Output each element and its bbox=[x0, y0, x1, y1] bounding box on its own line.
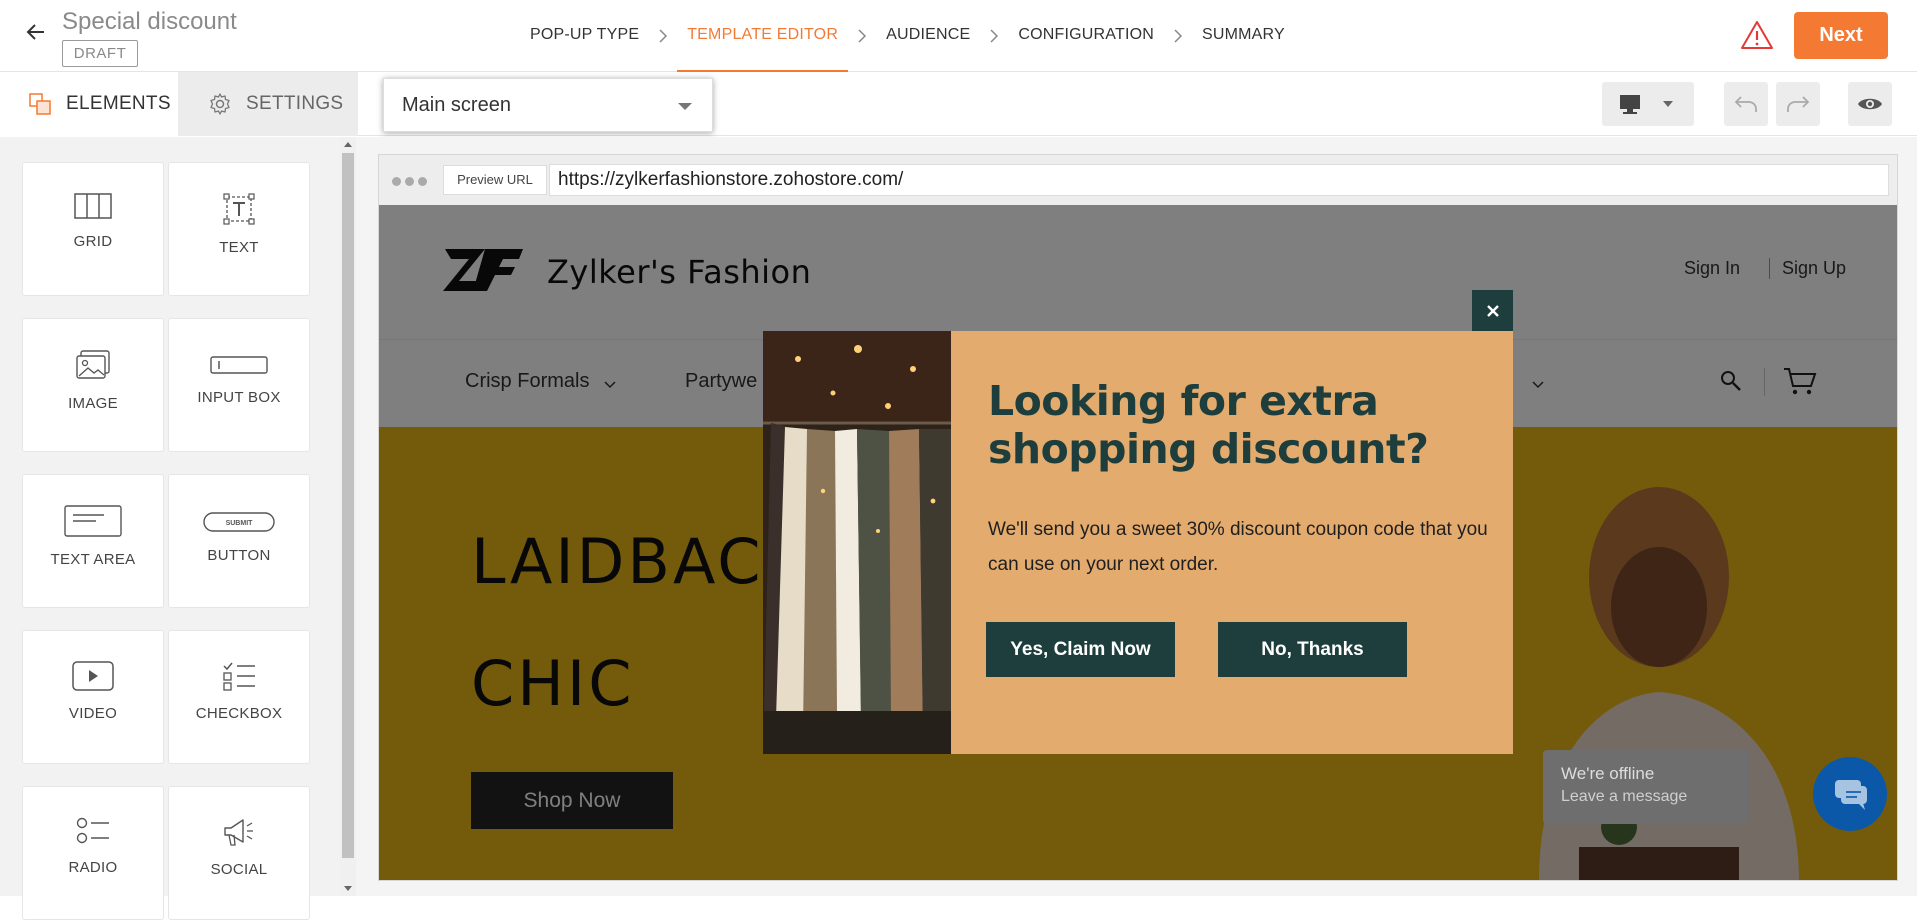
element-label: SOCIAL bbox=[210, 861, 268, 878]
element-social[interactable]: SOCIAL bbox=[168, 786, 310, 920]
element-text-area[interactable]: TEXT AREA bbox=[22, 474, 164, 608]
element-image[interactable]: IMAGE bbox=[22, 318, 164, 452]
tab-settings-label: SETTINGS bbox=[246, 93, 344, 114]
close-icon bbox=[1486, 304, 1499, 317]
chat-subtitle: Leave a message bbox=[1561, 788, 1688, 805]
editor-toolbar: ELEMENTS SETTINGS Main screen bbox=[0, 72, 1917, 136]
undo-button[interactable] bbox=[1724, 82, 1768, 126]
claim-now-button[interactable]: Yes, Claim Now bbox=[986, 622, 1175, 677]
preview-button[interactable] bbox=[1848, 82, 1892, 126]
top-bar: Special discount DRAFT POP-UP TYPE TEMPL… bbox=[0, 0, 1917, 73]
text-area-icon bbox=[64, 505, 122, 537]
element-checkbox[interactable]: CHECKBOX bbox=[168, 630, 310, 764]
screen-select[interactable]: Main screen bbox=[383, 78, 713, 132]
checkbox-icon bbox=[223, 662, 255, 691]
popup-image bbox=[763, 331, 951, 754]
popup-heading-line-1: Looking for extra bbox=[988, 377, 1379, 425]
back-arrow-icon[interactable] bbox=[24, 20, 48, 44]
video-icon bbox=[72, 661, 114, 691]
radio-icon bbox=[76, 817, 109, 844]
element-label: RADIO bbox=[68, 859, 118, 876]
element-input-box[interactable]: INPUT BOX bbox=[168, 318, 310, 452]
gear-icon bbox=[210, 93, 230, 115]
megaphone-icon bbox=[224, 819, 253, 846]
popup-close-button[interactable] bbox=[1472, 290, 1513, 331]
scroll-down-arrow-icon[interactable] bbox=[344, 886, 352, 891]
desktop-icon bbox=[1620, 95, 1673, 114]
step-summary[interactable]: SUMMARY bbox=[1192, 0, 1295, 72]
chat-icon bbox=[1835, 780, 1867, 810]
redo-button[interactable] bbox=[1776, 82, 1820, 126]
scroll-up-arrow-icon[interactable] bbox=[344, 142, 352, 147]
element-video[interactable]: VIDEO bbox=[22, 630, 164, 764]
element-label: TEXT bbox=[219, 239, 259, 256]
warning-icon[interactable] bbox=[1740, 20, 1774, 50]
input-box-icon bbox=[210, 356, 268, 374]
window-dot bbox=[392, 177, 401, 186]
discount-popup[interactable]: Looking for extra shopping discount? We'… bbox=[763, 331, 1513, 754]
redo-icon bbox=[1787, 96, 1810, 112]
preview-browser-bar: Preview URL https://zylkerfashionstore.z… bbox=[379, 155, 1897, 205]
device-select[interactable] bbox=[1602, 82, 1694, 126]
element-label: BUTTON bbox=[207, 547, 271, 564]
popup-heading-line-2: shopping discount? bbox=[988, 425, 1429, 473]
chat-launcher-button[interactable] bbox=[1813, 757, 1887, 831]
window-dot bbox=[405, 177, 414, 186]
element-grid[interactable]: GRID bbox=[22, 162, 164, 296]
image-icon bbox=[76, 350, 110, 379]
element-label: CHECKBOX bbox=[195, 705, 283, 722]
chevron-right-icon bbox=[649, 0, 677, 72]
text-icon bbox=[223, 193, 255, 225]
tab-elements[interactable]: ELEMENTS bbox=[0, 72, 178, 136]
preview-url-input[interactable]: https://zylkerfashionstore.zohostore.com… bbox=[549, 164, 1889, 196]
page-title: Special discount bbox=[62, 8, 237, 35]
element-text[interactable]: TEXT bbox=[168, 162, 310, 296]
eye-icon bbox=[1858, 98, 1882, 110]
chevron-right-icon bbox=[1164, 0, 1192, 72]
element-label: GRID bbox=[73, 233, 113, 250]
popup-body-text: We'll send you a sweet 30% discount coup… bbox=[988, 519, 1488, 575]
next-button[interactable]: Next bbox=[1794, 12, 1888, 59]
element-button[interactable]: SUBMIT BUTTON bbox=[168, 474, 310, 608]
tab-elements-label: ELEMENTS bbox=[66, 93, 171, 114]
tab-settings[interactable]: SETTINGS bbox=[178, 72, 358, 136]
elements-icon bbox=[29, 93, 51, 115]
element-label: INPUT BOX bbox=[197, 389, 281, 406]
panel-scroll-thumb[interactable] bbox=[342, 153, 354, 858]
chevron-right-icon bbox=[848, 0, 876, 72]
grid-icon bbox=[74, 193, 112, 219]
window-dot bbox=[418, 177, 427, 186]
chevron-right-icon bbox=[980, 0, 1008, 72]
preview-url-label: Preview URL bbox=[443, 165, 547, 195]
step-template-editor[interactable]: TEMPLATE EDITOR bbox=[677, 0, 848, 73]
clothing-rack-image bbox=[763, 331, 951, 754]
screen-select-value: Main screen bbox=[402, 93, 511, 116]
step-configuration[interactable]: CONFIGURATION bbox=[1008, 0, 1164, 72]
caret-down-icon bbox=[678, 103, 692, 110]
element-label: VIDEO bbox=[68, 705, 118, 722]
chat-offline-bubble[interactable]: We're offline Leave a message bbox=[1543, 750, 1749, 824]
chat-title: We're offline bbox=[1561, 764, 1655, 783]
element-label: IMAGE bbox=[68, 395, 118, 412]
button-icon: SUBMIT bbox=[203, 512, 275, 532]
status-badge: DRAFT bbox=[62, 40, 138, 67]
undo-icon bbox=[1734, 96, 1757, 112]
element-radio[interactable]: RADIO bbox=[22, 786, 164, 920]
elements-panel: GRID TEXT IMAGE INPUT BOX TEXT AREA SUBM… bbox=[0, 137, 340, 920]
step-popup-type[interactable]: POP-UP TYPE bbox=[520, 0, 649, 72]
wizard-steps: POP-UP TYPE TEMPLATE EDITOR AUDIENCE CON… bbox=[520, 0, 1295, 73]
element-label: TEXT AREA bbox=[50, 551, 136, 568]
button-icon-text: SUBMIT bbox=[226, 520, 254, 527]
no-thanks-button[interactable]: No, Thanks bbox=[1218, 622, 1407, 677]
step-audience[interactable]: AUDIENCE bbox=[876, 0, 980, 72]
